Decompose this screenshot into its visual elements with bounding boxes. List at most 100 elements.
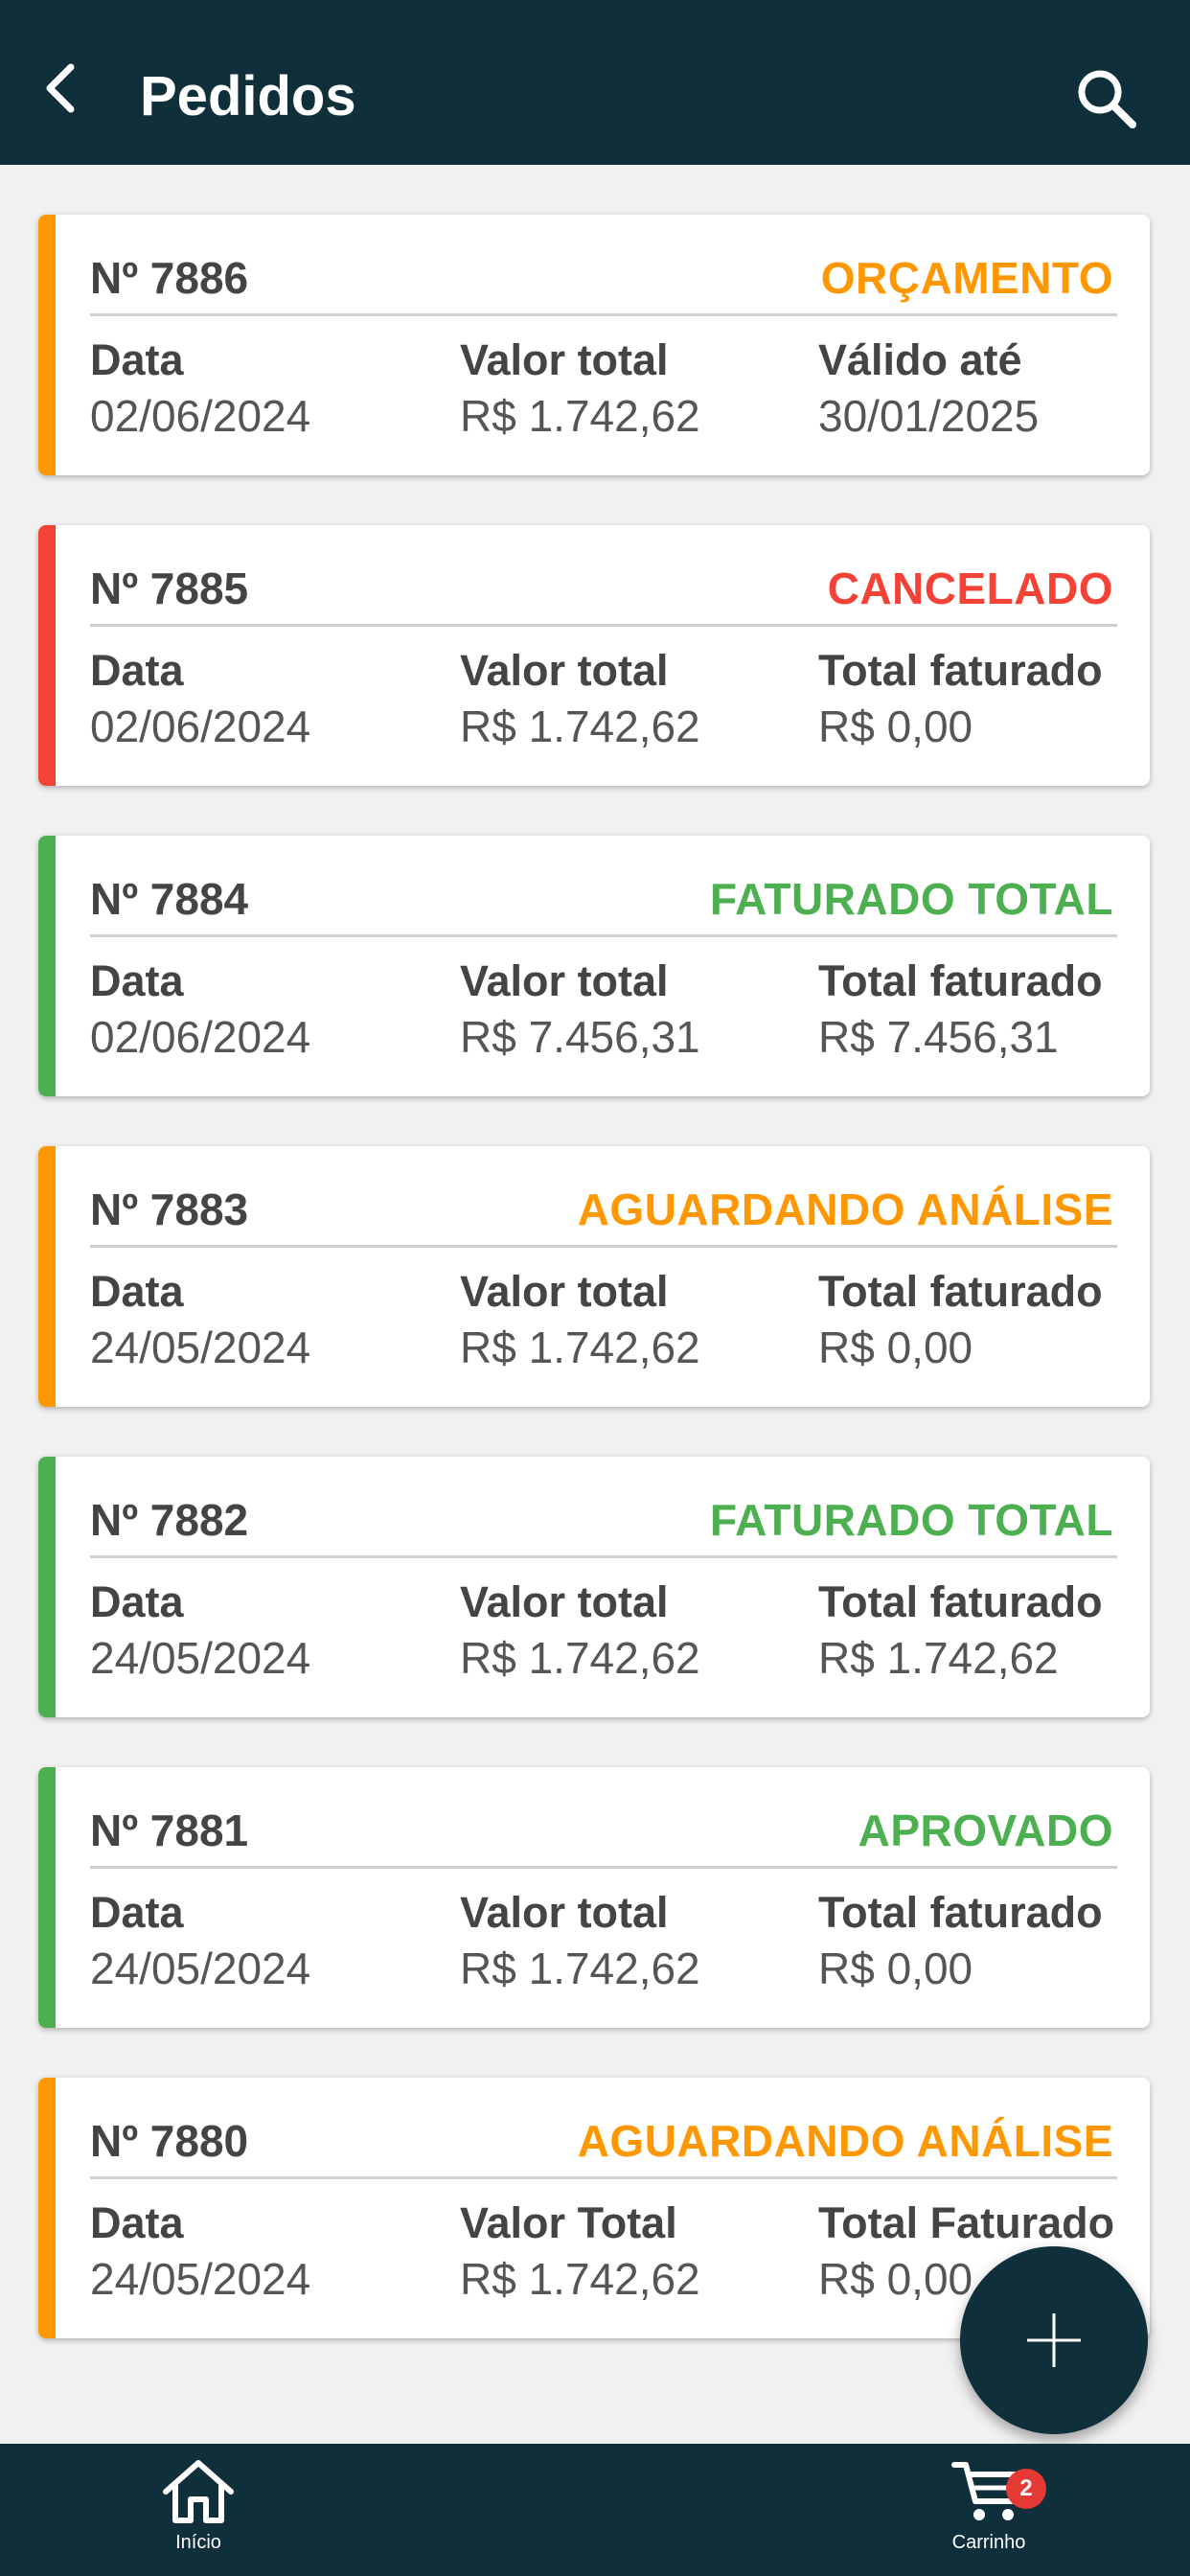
- field-label: Data: [90, 2198, 184, 2247]
- field-value: R$ 1.742,62: [460, 2254, 700, 2304]
- divider: [90, 624, 1117, 627]
- field-value: 24/05/2024: [90, 1633, 311, 1683]
- field-label: Valor total: [460, 335, 669, 384]
- field-label: Data: [90, 335, 184, 384]
- third-column: Total faturado R$ 0,00: [818, 1265, 1103, 1376]
- field-label: Data: [90, 1577, 184, 1626]
- field-value: R$ 1.742,62: [460, 1322, 700, 1372]
- divider: [90, 1245, 1117, 1248]
- field-value: R$ 7.456,31: [818, 1012, 1059, 1062]
- third-column: Total faturado R$ 7.456,31: [818, 954, 1103, 1066]
- divider: [90, 934, 1117, 937]
- nav-cart[interactable]: Carrinho 2: [893, 2457, 1085, 2572]
- order-number: Nº 7884: [90, 874, 249, 924]
- home-icon: [163, 2460, 234, 2523]
- field-value: 24/05/2024: [90, 2254, 311, 2304]
- total-value-column: Valor total R$ 7.456,31: [460, 954, 700, 1066]
- order-status: ORÇAMENTO: [820, 253, 1113, 303]
- bottom-navigation: Início Carrinho 2: [0, 2444, 1190, 2576]
- order-status: FATURADO TOTAL: [710, 874, 1113, 924]
- date-column: Data 02/06/2024: [90, 954, 310, 1066]
- search-icon: [1078, 70, 1136, 128]
- order-number: Nº 7886: [90, 253, 249, 303]
- field-label: Data: [90, 1267, 184, 1316]
- date-column: Data 24/05/2024: [90, 1265, 310, 1376]
- third-column: Total faturado R$ 1.742,62: [818, 1576, 1103, 1687]
- field-label: Data: [90, 956, 184, 1005]
- total-value-column: Valor total R$ 1.742,62: [460, 644, 700, 755]
- plus-icon: [1027, 2313, 1081, 2367]
- field-value: 02/06/2024: [90, 1012, 311, 1062]
- date-column: Data 24/05/2024: [90, 1886, 310, 1997]
- total-value-column: Valor total R$ 1.742,62: [460, 334, 700, 445]
- third-column: Total faturado R$ 0,00: [818, 1886, 1103, 1997]
- add-order-button[interactable]: [960, 2246, 1148, 2434]
- order-card[interactable]: Nº 7885 CANCELADO Data 02/06/2024 Valor tota…: [38, 525, 1150, 786]
- field-value: R$ 0,00: [818, 1944, 973, 1993]
- field-value: R$ 0,00: [818, 702, 973, 751]
- field-value: 02/06/2024: [90, 391, 311, 441]
- date-column: Data 02/06/2024: [90, 644, 310, 755]
- field-value: 30/01/2025: [818, 391, 1040, 441]
- total-value-column: Valor Total R$ 1.742,62: [460, 2196, 700, 2308]
- date-column: Data 24/05/2024: [90, 1576, 310, 1687]
- field-value: 24/05/2024: [90, 1322, 311, 1372]
- order-status: APROVADO: [858, 1806, 1113, 1855]
- field-label: Data: [90, 1888, 184, 1937]
- field-label: Total Faturado: [818, 2198, 1115, 2247]
- nav-cart-label: Carrinho: [951, 2532, 1026, 2553]
- status-stripe: [38, 1146, 56, 1407]
- chevron-left-icon: [46, 63, 75, 113]
- divider: [90, 1555, 1117, 1558]
- status-stripe: [38, 1767, 56, 2028]
- field-label: Total faturado: [818, 1888, 1103, 1937]
- field-label: Valor Total: [460, 2198, 677, 2247]
- order-card[interactable]: Nº 7882 FATURADO TOTAL Data 24/05/2024 Valor…: [38, 1457, 1150, 1717]
- back-button[interactable]: [27, 54, 96, 123]
- order-status: AGUARDANDO ANÁLISE: [577, 1184, 1113, 1234]
- total-value-column: Valor total R$ 1.742,62: [460, 1265, 700, 1376]
- date-column: Data 24/05/2024: [90, 2196, 310, 2308]
- field-value: R$ 1.742,62: [818, 1633, 1059, 1683]
- search-button[interactable]: [1069, 61, 1144, 136]
- total-value-column: Valor total R$ 1.742,62: [460, 1576, 700, 1687]
- nav-home-label: Início: [175, 2532, 221, 2553]
- status-stripe: [38, 2078, 56, 2338]
- status-stripe: [38, 525, 56, 786]
- page-title: Pedidos: [140, 65, 356, 127]
- field-label: Data: [90, 646, 184, 695]
- order-card[interactable]: Nº 7881 APROVADO Data 24/05/2024 Valor total…: [38, 1767, 1150, 2028]
- field-label: Total faturado: [818, 1267, 1103, 1316]
- field-label: Valor total: [460, 1577, 669, 1626]
- field-value: R$ 0,00: [818, 1322, 973, 1372]
- third-column: Válido até 30/01/2025: [818, 334, 1039, 445]
- field-label: Valor total: [460, 646, 669, 695]
- order-card[interactable]: Nº 7883 AGUARDANDO ANÁLISE Data 24/05/2024 V…: [38, 1146, 1150, 1407]
- order-number: Nº 7883: [90, 1184, 249, 1234]
- status-stripe: [38, 836, 56, 1096]
- divider: [90, 2176, 1117, 2179]
- total-value-column: Valor total R$ 1.742,62: [460, 1886, 700, 1997]
- divider: [90, 313, 1117, 316]
- order-card[interactable]: Nº 7886 ORÇAMENTO Data 02/06/2024 Valor tota…: [38, 215, 1150, 475]
- field-value: R$ 7.456,31: [460, 1012, 700, 1062]
- field-label: Valor total: [460, 956, 669, 1005]
- app-header: Pedidos: [0, 0, 1190, 165]
- third-column: Total faturado R$ 0,00: [818, 644, 1103, 755]
- field-value: 24/05/2024: [90, 1944, 311, 1993]
- field-value: R$ 1.742,62: [460, 1944, 700, 1993]
- cart-count-badge: 2: [1006, 2469, 1046, 2509]
- order-number: Nº 7881: [90, 1806, 249, 1855]
- order-status: AGUARDANDO ANÁLISE: [577, 2116, 1113, 2166]
- field-label: Total faturado: [818, 646, 1103, 695]
- field-value: R$ 1.742,62: [460, 1633, 700, 1683]
- divider: [90, 1866, 1117, 1869]
- field-value: R$ 1.742,62: [460, 391, 700, 441]
- order-number: Nº 7885: [90, 564, 249, 613]
- field-value: R$ 1.742,62: [460, 702, 700, 751]
- order-card[interactable]: Nº 7884 FATURADO TOTAL Data 02/06/2024 Valor…: [38, 836, 1150, 1096]
- field-label: Total faturado: [818, 956, 1103, 1005]
- field-value: 02/06/2024: [90, 702, 311, 751]
- order-number: Nº 7882: [90, 1495, 249, 1545]
- nav-home[interactable]: Início: [103, 2457, 294, 2572]
